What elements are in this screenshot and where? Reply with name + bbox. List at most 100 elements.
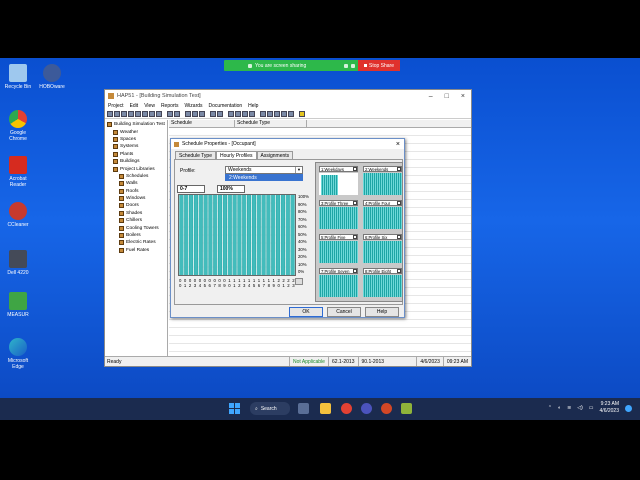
desktop-icon-measur[interactable]: MEASUR bbox=[2, 292, 34, 318]
help-icon[interactable] bbox=[299, 111, 305, 117]
ok-button[interactable]: OK bbox=[289, 307, 323, 317]
print-preview-icon[interactable] bbox=[142, 111, 148, 117]
menu-help[interactable]: Help bbox=[248, 103, 258, 109]
tree-item[interactable]: Walls bbox=[107, 180, 165, 187]
notification-icon[interactable] bbox=[625, 404, 632, 412]
refresh-icon[interactable] bbox=[274, 111, 280, 117]
desktop-icon-hoboware[interactable]: HOBOware bbox=[36, 64, 68, 90]
tree-item[interactable]: Weather bbox=[107, 128, 165, 135]
desktop-icon-recycle-bin[interactable]: Recycle Bin bbox=[2, 64, 34, 90]
tree-item[interactable]: Plants bbox=[107, 151, 165, 158]
tab-assignments[interactable]: Assignments bbox=[256, 151, 294, 159]
desktop-icon-acrobat[interactable]: Acrobat Reader bbox=[2, 156, 34, 188]
hap-taskbar-icon[interactable] bbox=[401, 403, 412, 414]
large-icons-icon[interactable] bbox=[242, 111, 248, 117]
tree-item[interactable]: Electric Rates bbox=[107, 239, 165, 246]
tree-item[interactable]: Spaces bbox=[107, 136, 165, 143]
open-icon[interactable] bbox=[114, 111, 120, 117]
teams-icon[interactable] bbox=[361, 403, 372, 414]
desktop-icon-chrome[interactable]: Google Chrome bbox=[2, 110, 34, 142]
menu-edit[interactable]: Edit bbox=[130, 103, 139, 109]
chart-scroll-arrows[interactable] bbox=[295, 278, 303, 285]
network-icon[interactable]: ◐ bbox=[558, 405, 561, 411]
zoom-in-icon[interactable] bbox=[260, 111, 266, 117]
dialog-titlebar[interactable]: Schedule Properties - [Occupant] × bbox=[171, 139, 404, 149]
menu-view[interactable]: View bbox=[144, 103, 155, 109]
wifi-icon[interactable]: ≋ bbox=[567, 405, 571, 411]
profile-card[interactable]: 4:Profile Four bbox=[363, 200, 402, 229]
help-button[interactable]: Help bbox=[365, 307, 399, 317]
profile-card[interactable]: 3:Profile Three bbox=[319, 200, 358, 229]
hap-titlebar[interactable]: HAP51 - [Building Simulation Test] – □ × bbox=[105, 90, 471, 102]
task-view-icon[interactable] bbox=[298, 403, 309, 414]
cancel-button[interactable]: Cancel bbox=[327, 307, 361, 317]
tree-item[interactable]: Roofs bbox=[107, 188, 165, 195]
search-box[interactable]: ⌕ Search bbox=[250, 402, 290, 415]
tree-item[interactable]: Systems bbox=[107, 143, 165, 150]
profile-card[interactable]: 1:Weekdays bbox=[319, 166, 358, 195]
hourly-profile-chart[interactable] bbox=[178, 194, 296, 276]
details-view-icon[interactable] bbox=[235, 111, 241, 117]
tree-item[interactable]: Project Libraries bbox=[107, 165, 165, 172]
cut-icon[interactable] bbox=[174, 111, 180, 117]
save-all-icon[interactable] bbox=[128, 111, 134, 117]
profile-card[interactable]: 5:Profile Five bbox=[319, 234, 358, 263]
tree-item[interactable]: Doors bbox=[107, 202, 165, 209]
tree-item[interactable]: Schedules bbox=[107, 173, 165, 180]
delete-icon[interactable] bbox=[199, 111, 205, 117]
folder-icon[interactable] bbox=[167, 111, 173, 117]
profile-card[interactable]: 8:Profile Eight bbox=[363, 268, 402, 297]
copy-profile-icon[interactable] bbox=[353, 235, 357, 239]
menu-project[interactable]: Project bbox=[108, 103, 124, 109]
battery-icon[interactable]: ▭ bbox=[589, 405, 594, 411]
start-button[interactable] bbox=[229, 403, 240, 414]
copy-icon[interactable] bbox=[185, 111, 191, 117]
tree-item[interactable]: Building Simulation Test bbox=[107, 121, 165, 128]
tree-item[interactable]: Shades bbox=[107, 210, 165, 217]
small-icons-icon[interactable] bbox=[249, 111, 255, 117]
copy-profile-icon[interactable] bbox=[353, 201, 357, 205]
profile-card[interactable]: 2:Weekends bbox=[363, 166, 402, 195]
profile-card[interactable]: 7:Profile Seven bbox=[319, 268, 358, 297]
chevron-up-icon[interactable]: ⌃ bbox=[548, 405, 552, 411]
sort-icon[interactable] bbox=[281, 111, 287, 117]
file-explorer-icon[interactable] bbox=[320, 403, 331, 414]
filter-icon[interactable] bbox=[288, 111, 294, 117]
copy-profile-icon[interactable] bbox=[353, 269, 357, 273]
expand-icon[interactable] bbox=[351, 63, 355, 68]
minimize-icon[interactable]: – bbox=[429, 93, 433, 100]
maximize-icon[interactable]: □ bbox=[445, 93, 449, 100]
volume-icon[interactable]: ◁) bbox=[577, 405, 583, 411]
copy-profile-icon[interactable] bbox=[397, 269, 401, 273]
desktop-icon-ccleaner[interactable]: CCleaner bbox=[2, 202, 34, 228]
menu-documentation[interactable]: Documentation bbox=[209, 103, 243, 109]
menu-reports[interactable]: Reports bbox=[161, 103, 179, 109]
tree-item[interactable]: Chillers bbox=[107, 217, 165, 224]
percent-field[interactable]: 100% bbox=[217, 185, 245, 193]
calculator-icon[interactable] bbox=[149, 111, 155, 117]
report-icon[interactable] bbox=[156, 111, 162, 117]
duplicate-icon[interactable] bbox=[217, 111, 223, 117]
print-icon[interactable] bbox=[135, 111, 141, 117]
column-schedule[interactable]: Schedule bbox=[169, 120, 235, 127]
menu-wizards[interactable]: Wizards bbox=[184, 103, 202, 109]
desktop-icon-edge[interactable]: Microsoft Edge bbox=[2, 338, 34, 370]
clock[interactable]: 9:23 AM 4/6/2023 bbox=[600, 401, 619, 415]
hourly-bars[interactable] bbox=[179, 195, 295, 275]
stop-share-button[interactable]: Stop Share bbox=[358, 60, 400, 71]
profile-card[interactable]: 6:Profile Six bbox=[363, 234, 402, 263]
copy-profile-icon[interactable] bbox=[397, 235, 401, 239]
new-icon[interactable] bbox=[107, 111, 113, 117]
chevron-down-icon[interactable]: ▼ bbox=[295, 167, 302, 173]
powerpoint-icon[interactable] bbox=[381, 403, 392, 414]
paste-icon[interactable] bbox=[192, 111, 198, 117]
tree-item[interactable]: Fuel Rates bbox=[107, 247, 165, 254]
zoom-out-icon[interactable] bbox=[267, 111, 273, 117]
hour-range-field[interactable]: 0-7 bbox=[177, 185, 205, 193]
copy-profile-icon[interactable] bbox=[397, 201, 401, 205]
desktop-icon-dell[interactable]: Dell 4220 bbox=[2, 250, 34, 276]
tree-item[interactable]: Boilers bbox=[107, 232, 165, 239]
mic-icon[interactable] bbox=[344, 63, 348, 68]
tab-hourly-profiles[interactable]: Hourly Profiles bbox=[216, 151, 257, 159]
properties-icon[interactable] bbox=[210, 111, 216, 117]
